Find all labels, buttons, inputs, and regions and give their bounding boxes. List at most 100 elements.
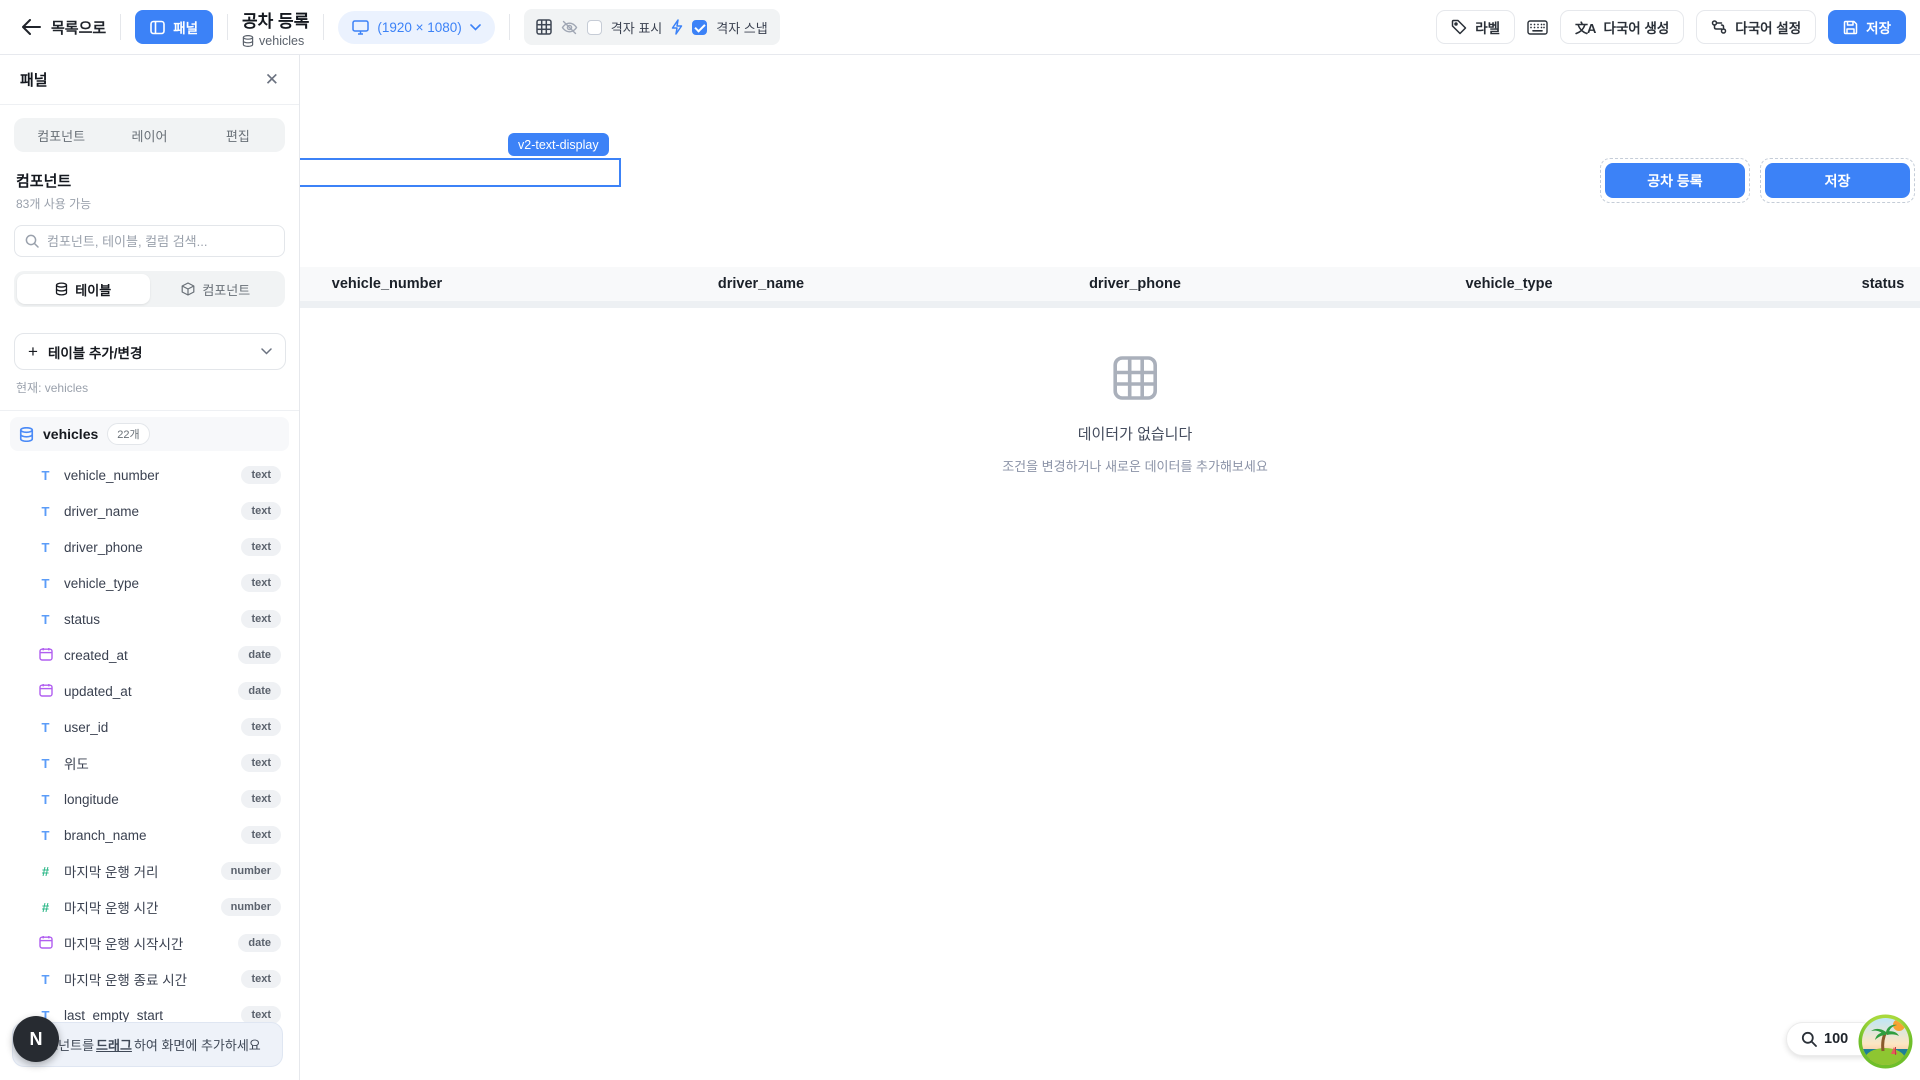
divider [227,14,228,40]
toggle-tables[interactable]: 테이블 [17,274,150,304]
field-item[interactable]: T # 위도 text [10,745,289,781]
field-item[interactable]: T # branch_name text [10,817,289,853]
field-type-badge: text [241,970,281,988]
search-input[interactable] [47,234,274,249]
field-name: vehicle_type [64,576,241,591]
back-label: 목록으로 [51,17,106,38]
field-name: 위도 [64,753,241,773]
field-item[interactable]: T # 마지막 운행 거리 number [10,853,289,889]
i18n-generate-button[interactable]: 文A 다국어 생성 [1560,10,1684,44]
toggle-components[interactable]: 컴포넌트 [150,274,283,304]
field-name: driver_phone [64,540,241,555]
page-title: 공차 등록 [242,7,309,32]
field-item[interactable]: T # longitude text [10,781,289,817]
field-name: 마지막 운행 종료 시간 [64,969,241,989]
workflow-icon [1711,19,1727,35]
panel-icon [150,20,165,35]
add-table-button[interactable]: + 테이블 추가/변경 [14,333,286,370]
component-search[interactable] [14,225,285,257]
field-type-badge: text [241,718,281,736]
selected-text-display-component[interactable] [300,158,621,187]
page-subtitle: vehicles [259,34,304,48]
field-type-badge: number [221,898,281,916]
field-name: status [64,612,241,627]
divider [0,410,299,411]
eye-off-icon [561,20,578,35]
field-item[interactable]: T # created_at date [10,637,289,673]
field-name: updated_at [64,684,238,699]
monitor-icon [352,20,369,35]
field-item[interactable]: T # driver_phone text [10,529,289,565]
field-name: user_id [64,720,241,735]
panel-tab[interactable]: 레이어 [105,121,193,149]
empty-state-subtitle: 조건을 변경하거나 새로운 데이터를 추가해보세요 [1002,456,1268,475]
field-type-badge: date [238,682,281,700]
package-icon [181,282,195,296]
selected-component-badge: v2-text-display [508,133,609,156]
field-item[interactable]: T # vehicle_number text [10,457,289,493]
field-type-badge: text [241,574,281,592]
field-name: branch_name [64,828,241,843]
data-table: vehicle_numberdriver_namedriver_phoneveh… [300,267,1920,308]
grid-icon [536,19,552,35]
grid-show-checkbox[interactable] [587,20,602,35]
field-item[interactable]: T # updated_at date [10,673,289,709]
close-icon[interactable]: ✕ [265,71,279,88]
back-to-list-button[interactable]: 목록으로 [22,17,106,38]
table-column-header[interactable]: vehicle_number [300,276,574,292]
components-section-title: 컴포넌트 [16,170,283,191]
field-name: vehicle_number [64,468,241,483]
i18n-settings-button[interactable]: 다국어 설정 [1696,10,1816,44]
date-field-icon [39,935,53,952]
resolution-selector[interactable]: (1920 × 1080) [338,11,494,44]
number-field-icon: # [42,864,49,879]
field-name: longitude [64,792,241,807]
field-item[interactable]: T # driver_name text [10,493,289,529]
field-item[interactable]: T # status text [10,601,289,637]
table-column-header[interactable]: driver_name [574,276,948,292]
date-field-icon [39,683,53,700]
panel-tab[interactable]: 편집 [194,121,282,149]
table-column-header[interactable]: status [1696,276,1920,292]
field-name: created_at [64,648,238,663]
keyboard-icon [1527,20,1548,35]
save-icon [1843,20,1858,35]
text-field-icon: T [42,756,50,771]
field-item[interactable]: T # 마지막 운행 시작시간 date [10,925,289,961]
design-canvas[interactable]: v2-text-display 공차 등록 저장 vehicle_numberd… [300,55,1920,1080]
components-panel: 패널 ✕ 컴포넌트레이어편집 컴포넌트 83개 사용 가능 테이블 컴포넌트 + [0,55,300,1080]
keyboard-shortcuts-button[interactable] [1527,20,1548,35]
magnifier-icon [1801,1031,1817,1047]
field-item[interactable]: T # user_id text [10,709,289,745]
empty-table-icon [1112,355,1158,401]
chevron-down-icon [470,24,481,31]
grid-snap-checkbox[interactable] [692,20,707,35]
floating-n-button[interactable]: N [13,1016,59,1062]
divider [323,14,324,40]
table-item-vehicles[interactable]: vehicles 22개 [10,417,289,451]
field-item[interactable]: T # 마지막 운행 시간 number [10,889,289,925]
grid-controls: 격자 표시 격자 스냅 [524,9,780,45]
canvas-save-button[interactable]: 저장 [1765,163,1910,198]
field-item[interactable]: T # vehicle_type text [10,565,289,601]
canvas-register-button[interactable]: 공차 등록 [1605,163,1745,198]
field-item[interactable]: T # 마지막 운행 종료 시간 text [10,961,289,997]
table-row-count-badge: 22개 [107,423,149,445]
panel-toggle-button[interactable]: 패널 [135,10,213,44]
table-column-header[interactable]: driver_phone [948,276,1322,292]
divider [120,14,121,40]
panel-tab[interactable]: 컴포넌트 [17,121,105,149]
zoom-level: 100 [1824,1031,1848,1047]
island-theme-icon[interactable] [1857,1013,1914,1070]
text-field-icon: T [42,792,50,807]
plus-icon: + [28,342,38,362]
save-button[interactable]: 저장 [1828,10,1906,44]
components-available-count: 83개 사용 가능 [16,195,283,212]
label-button[interactable]: 라벨 [1436,10,1515,44]
table-column-header[interactable]: vehicle_type [1322,276,1696,292]
field-list: T # vehicle_number text T # dr [10,457,289,1033]
field-name: 마지막 운행 시간 [64,897,221,917]
field-type-badge: text [241,610,281,628]
text-field-icon: T [42,828,50,843]
current-table-label: 현재: vehicles [16,379,283,396]
